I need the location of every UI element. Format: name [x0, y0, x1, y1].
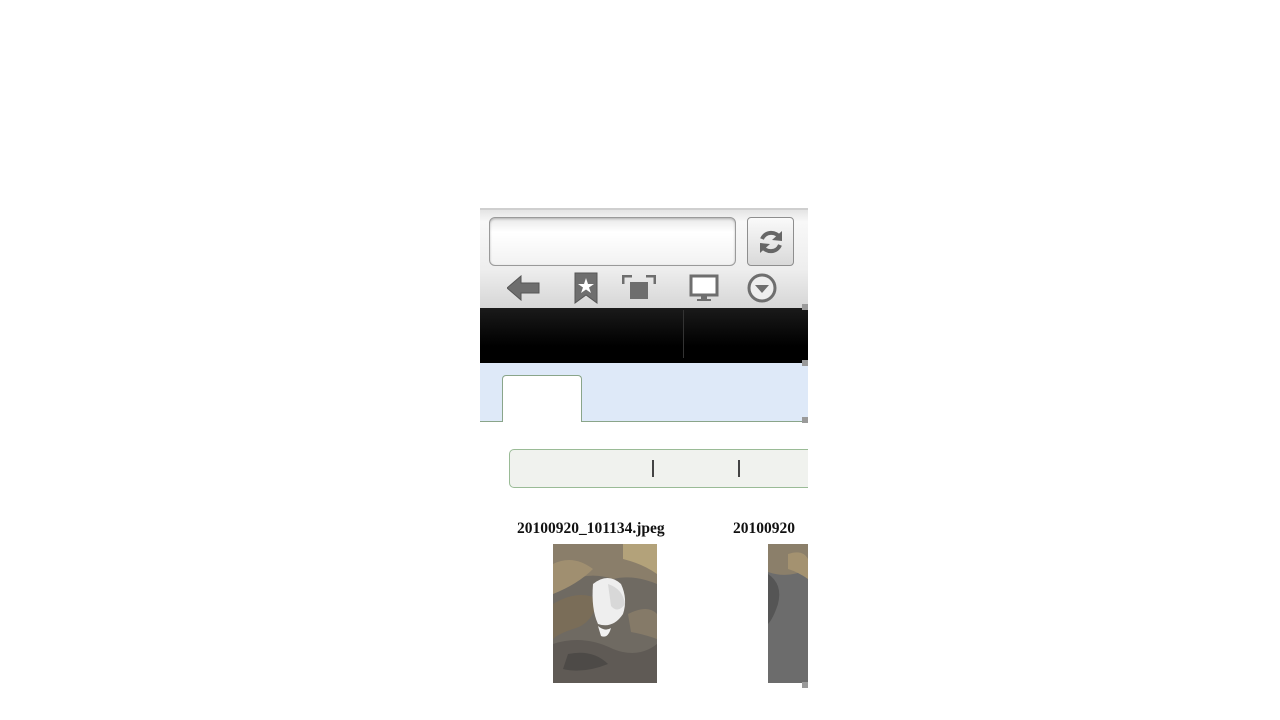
app-header-bar — [480, 308, 808, 363]
header-divider — [683, 310, 684, 358]
dropdown-circle-icon — [747, 273, 777, 303]
reload-icon — [759, 230, 782, 253]
windows-button[interactable] — [621, 272, 657, 304]
menu-button[interactable] — [744, 272, 780, 304]
back-button[interactable] — [506, 272, 542, 304]
file-thumbnail[interactable] — [768, 544, 808, 683]
url-input[interactable] — [489, 217, 736, 266]
bookmark-star-icon — [574, 272, 598, 304]
file-name-label: 20100920_101134.jpeg — [517, 520, 665, 537]
window-switch-icon — [622, 275, 656, 299]
segment-separator — [738, 460, 740, 477]
segment-separator — [652, 460, 654, 477]
back-arrow-icon — [507, 275, 540, 301]
bookmarks-button[interactable] — [568, 272, 604, 304]
tab-active[interactable] — [502, 375, 582, 422]
scroll-edge-marker — [802, 360, 808, 366]
file-thumbnail[interactable] — [553, 544, 657, 683]
segmented-control[interactable] — [509, 449, 808, 488]
browser-toolbar — [480, 208, 808, 308]
browser-viewport: 20100920_101134.jpeg 20100920 — [480, 208, 808, 688]
desktop-monitor-icon — [689, 274, 719, 301]
tab-strip — [480, 363, 808, 422]
desktop-mode-button[interactable] — [686, 272, 722, 304]
photo-thumbnail — [553, 544, 657, 683]
photo-thumbnail — [768, 544, 808, 683]
scroll-edge-marker — [802, 682, 808, 688]
scroll-edge-marker — [802, 417, 808, 423]
reload-button[interactable] — [747, 217, 794, 266]
scroll-edge-marker — [802, 304, 808, 310]
file-name-label: 20100920 — [733, 520, 795, 537]
